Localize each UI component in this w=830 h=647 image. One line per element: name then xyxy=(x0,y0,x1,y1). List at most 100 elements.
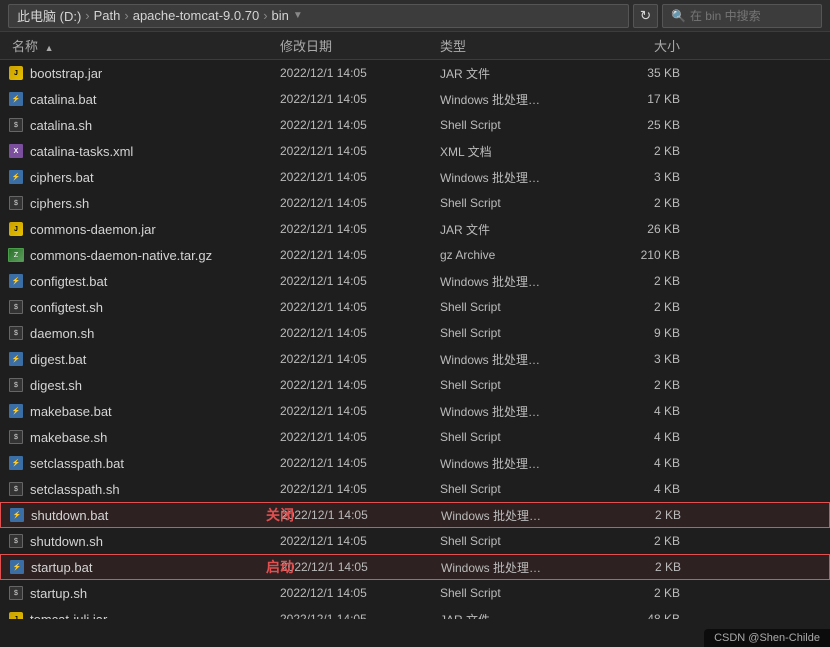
file-date: 2022/12/1 14:05 xyxy=(280,326,440,340)
table-row[interactable]: ⚡catalina.bat2022/12/1 14:05Windows 批处理…… xyxy=(0,86,830,112)
file-size: 2 KB xyxy=(620,586,700,600)
file-date: 2022/12/1 14:05 xyxy=(280,118,440,132)
breadcrumb-bin[interactable]: bin xyxy=(272,8,289,23)
table-row[interactable]: $makebase.sh2022/12/1 14:05Shell Script4… xyxy=(0,424,830,450)
file-size: 2 KB xyxy=(621,508,701,522)
file-name: bootstrap.jar xyxy=(30,66,102,81)
table-row[interactable]: $digest.sh2022/12/1 14:05Shell Script2 K… xyxy=(0,372,830,398)
file-type: Windows 批处理… xyxy=(440,403,620,420)
file-name: setclasspath.sh xyxy=(30,482,120,497)
file-size: 3 KB xyxy=(620,352,700,366)
table-row[interactable]: Zcommons-daemon-native.tar.gz2022/12/1 1… xyxy=(0,242,830,268)
file-type: JAR 文件 xyxy=(440,221,620,238)
table-row[interactable]: Jtomcat-juli.jar2022/12/1 14:05JAR 文件48 … xyxy=(0,606,830,619)
breadcrumb-path[interactable]: Path xyxy=(94,8,121,23)
file-name: catalina.bat xyxy=(30,92,97,107)
file-date: 2022/12/1 14:05 xyxy=(281,560,441,574)
column-headers: 名称 ▲ 修改日期 类型 大小 xyxy=(0,32,830,60)
table-row[interactable]: ⚡ciphers.bat2022/12/1 14:05Windows 批处理…3… xyxy=(0,164,830,190)
file-name: ciphers.sh xyxy=(30,196,89,211)
file-type: Shell Script xyxy=(440,586,620,600)
file-type: Windows 批处理… xyxy=(440,351,620,368)
table-row[interactable]: $shutdown.sh2022/12/1 14:05Shell Script2… xyxy=(0,528,830,554)
file-size: 2 KB xyxy=(620,378,700,392)
breadcrumb-tomcat[interactable]: apache-tomcat-9.0.70 xyxy=(133,8,259,23)
table-row[interactable]: $setclasspath.sh2022/12/1 14:05Shell Scr… xyxy=(0,476,830,502)
table-row[interactable]: $configtest.sh2022/12/1 14:05Shell Scrip… xyxy=(0,294,830,320)
file-size: 4 KB xyxy=(620,404,700,418)
table-row[interactable]: $daemon.sh2022/12/1 14:05Shell Script9 K… xyxy=(0,320,830,346)
file-name: digest.sh xyxy=(30,378,82,393)
file-icon: X xyxy=(9,144,23,158)
file-date: 2022/12/1 14:05 xyxy=(280,352,440,366)
file-size: 2 KB xyxy=(620,534,700,548)
file-date: 2022/12/1 14:05 xyxy=(280,534,440,548)
file-type: JAR 文件 xyxy=(440,65,620,82)
table-row[interactable]: ⚡makebase.bat2022/12/1 14:05Windows 批处理…… xyxy=(0,398,830,424)
address-bar: 此电脑 (D:) › Path › apache-tomcat-9.0.70 ›… xyxy=(0,0,830,32)
file-size: 3 KB xyxy=(620,170,700,184)
file-type: JAR 文件 xyxy=(440,611,620,620)
file-icon: $ xyxy=(9,586,23,600)
file-type: Shell Script xyxy=(440,300,620,314)
file-list: Jbootstrap.jar2022/12/1 14:05JAR 文件35 KB… xyxy=(0,60,830,619)
file-size: 2 KB xyxy=(620,144,700,158)
search-icon: 🔍 xyxy=(671,9,686,23)
file-size: 2 KB xyxy=(621,560,701,574)
file-icon: ⚡ xyxy=(9,456,23,470)
table-row[interactable]: ⚡digest.bat2022/12/1 14:05Windows 批处理…3 … xyxy=(0,346,830,372)
file-size: 17 KB xyxy=(620,92,700,106)
file-date: 2022/12/1 14:05 xyxy=(280,482,440,496)
table-row[interactable]: ⚡startup.bat2022/12/1 14:05Windows 批处理…2… xyxy=(0,554,830,580)
col-header-size[interactable]: 大小 xyxy=(620,36,700,55)
refresh-button[interactable]: ↻ xyxy=(633,4,658,28)
file-type: Shell Script xyxy=(440,118,620,132)
file-type: Shell Script xyxy=(440,196,620,210)
table-row[interactable]: $ startup.sh 2022/12/1 14:05Shell Script2 … xyxy=(0,580,830,606)
file-icon: $ xyxy=(9,118,23,132)
file-date: 2022/12/1 14:05 xyxy=(280,144,440,158)
file-date: 2022/12/1 14:05 xyxy=(280,274,440,288)
table-row[interactable]: ⚡setclasspath.bat2022/12/1 14:05Windows … xyxy=(0,450,830,476)
file-date: 2022/12/1 14:05 xyxy=(281,508,441,522)
file-type: Shell Script xyxy=(440,430,620,444)
file-name: setclasspath.bat xyxy=(30,456,124,471)
table-row[interactable]: $catalina.sh2022/12/1 14:05Shell Script2… xyxy=(0,112,830,138)
file-type: Windows 批处理… xyxy=(441,507,621,524)
file-icon: ⚡ xyxy=(9,274,23,288)
file-name: shutdown.sh xyxy=(30,534,103,549)
file-type: Shell Script xyxy=(440,482,620,496)
table-row[interactable]: ⚡shutdown.bat2022/12/1 14:05Windows 批处理…… xyxy=(0,502,830,528)
col-header-date[interactable]: 修改日期 xyxy=(280,36,440,55)
table-row[interactable]: ⚡configtest.bat2022/12/1 14:05Windows 批处… xyxy=(0,268,830,294)
file-size: 35 KB xyxy=(620,66,700,80)
table-row[interactable]: Jbootstrap.jar2022/12/1 14:05JAR 文件35 KB xyxy=(0,60,830,86)
file-icon: ⚡ xyxy=(10,560,24,574)
table-row[interactable]: Jcommons-daemon.jar2022/12/1 14:05JAR 文件… xyxy=(0,216,830,242)
col-header-name[interactable]: 名称 ▲ xyxy=(0,36,280,55)
file-icon: ⚡ xyxy=(9,92,23,106)
table-row[interactable]: $ciphers.sh2022/12/1 14:05Shell Script2 … xyxy=(0,190,830,216)
file-type: XML 文档 xyxy=(440,143,620,160)
file-icon: $ xyxy=(9,196,23,210)
breadcrumb-drive[interactable]: 此电脑 (D:) xyxy=(17,6,81,25)
file-date: 2022/12/1 14:05 xyxy=(280,586,440,600)
file-icon: $ xyxy=(9,534,23,548)
file-icon: ⚡ xyxy=(10,508,24,522)
file-name: startup.sh xyxy=(30,586,87,601)
col-header-type[interactable]: 类型 xyxy=(440,36,620,55)
table-row[interactable]: Xcatalina-tasks.xml2022/12/1 14:05XML 文档… xyxy=(0,138,830,164)
file-date: 2022/12/1 14:05 xyxy=(280,92,440,106)
file-name: configtest.sh xyxy=(30,300,103,315)
file-date: 2022/12/1 14:05 xyxy=(280,456,440,470)
file-name: ciphers.bat xyxy=(30,170,94,185)
search-input[interactable] xyxy=(690,9,813,23)
file-type: Windows 批处理… xyxy=(440,273,620,290)
file-size: 9 KB xyxy=(620,326,700,340)
breadcrumb[interactable]: 此电脑 (D:) › Path › apache-tomcat-9.0.70 ›… xyxy=(8,4,629,28)
file-icon: Z xyxy=(8,248,24,262)
search-box[interactable]: 🔍 xyxy=(662,4,822,28)
file-icon: $ xyxy=(9,430,23,444)
file-icon: $ xyxy=(9,300,23,314)
file-date: 2022/12/1 14:05 xyxy=(280,66,440,80)
